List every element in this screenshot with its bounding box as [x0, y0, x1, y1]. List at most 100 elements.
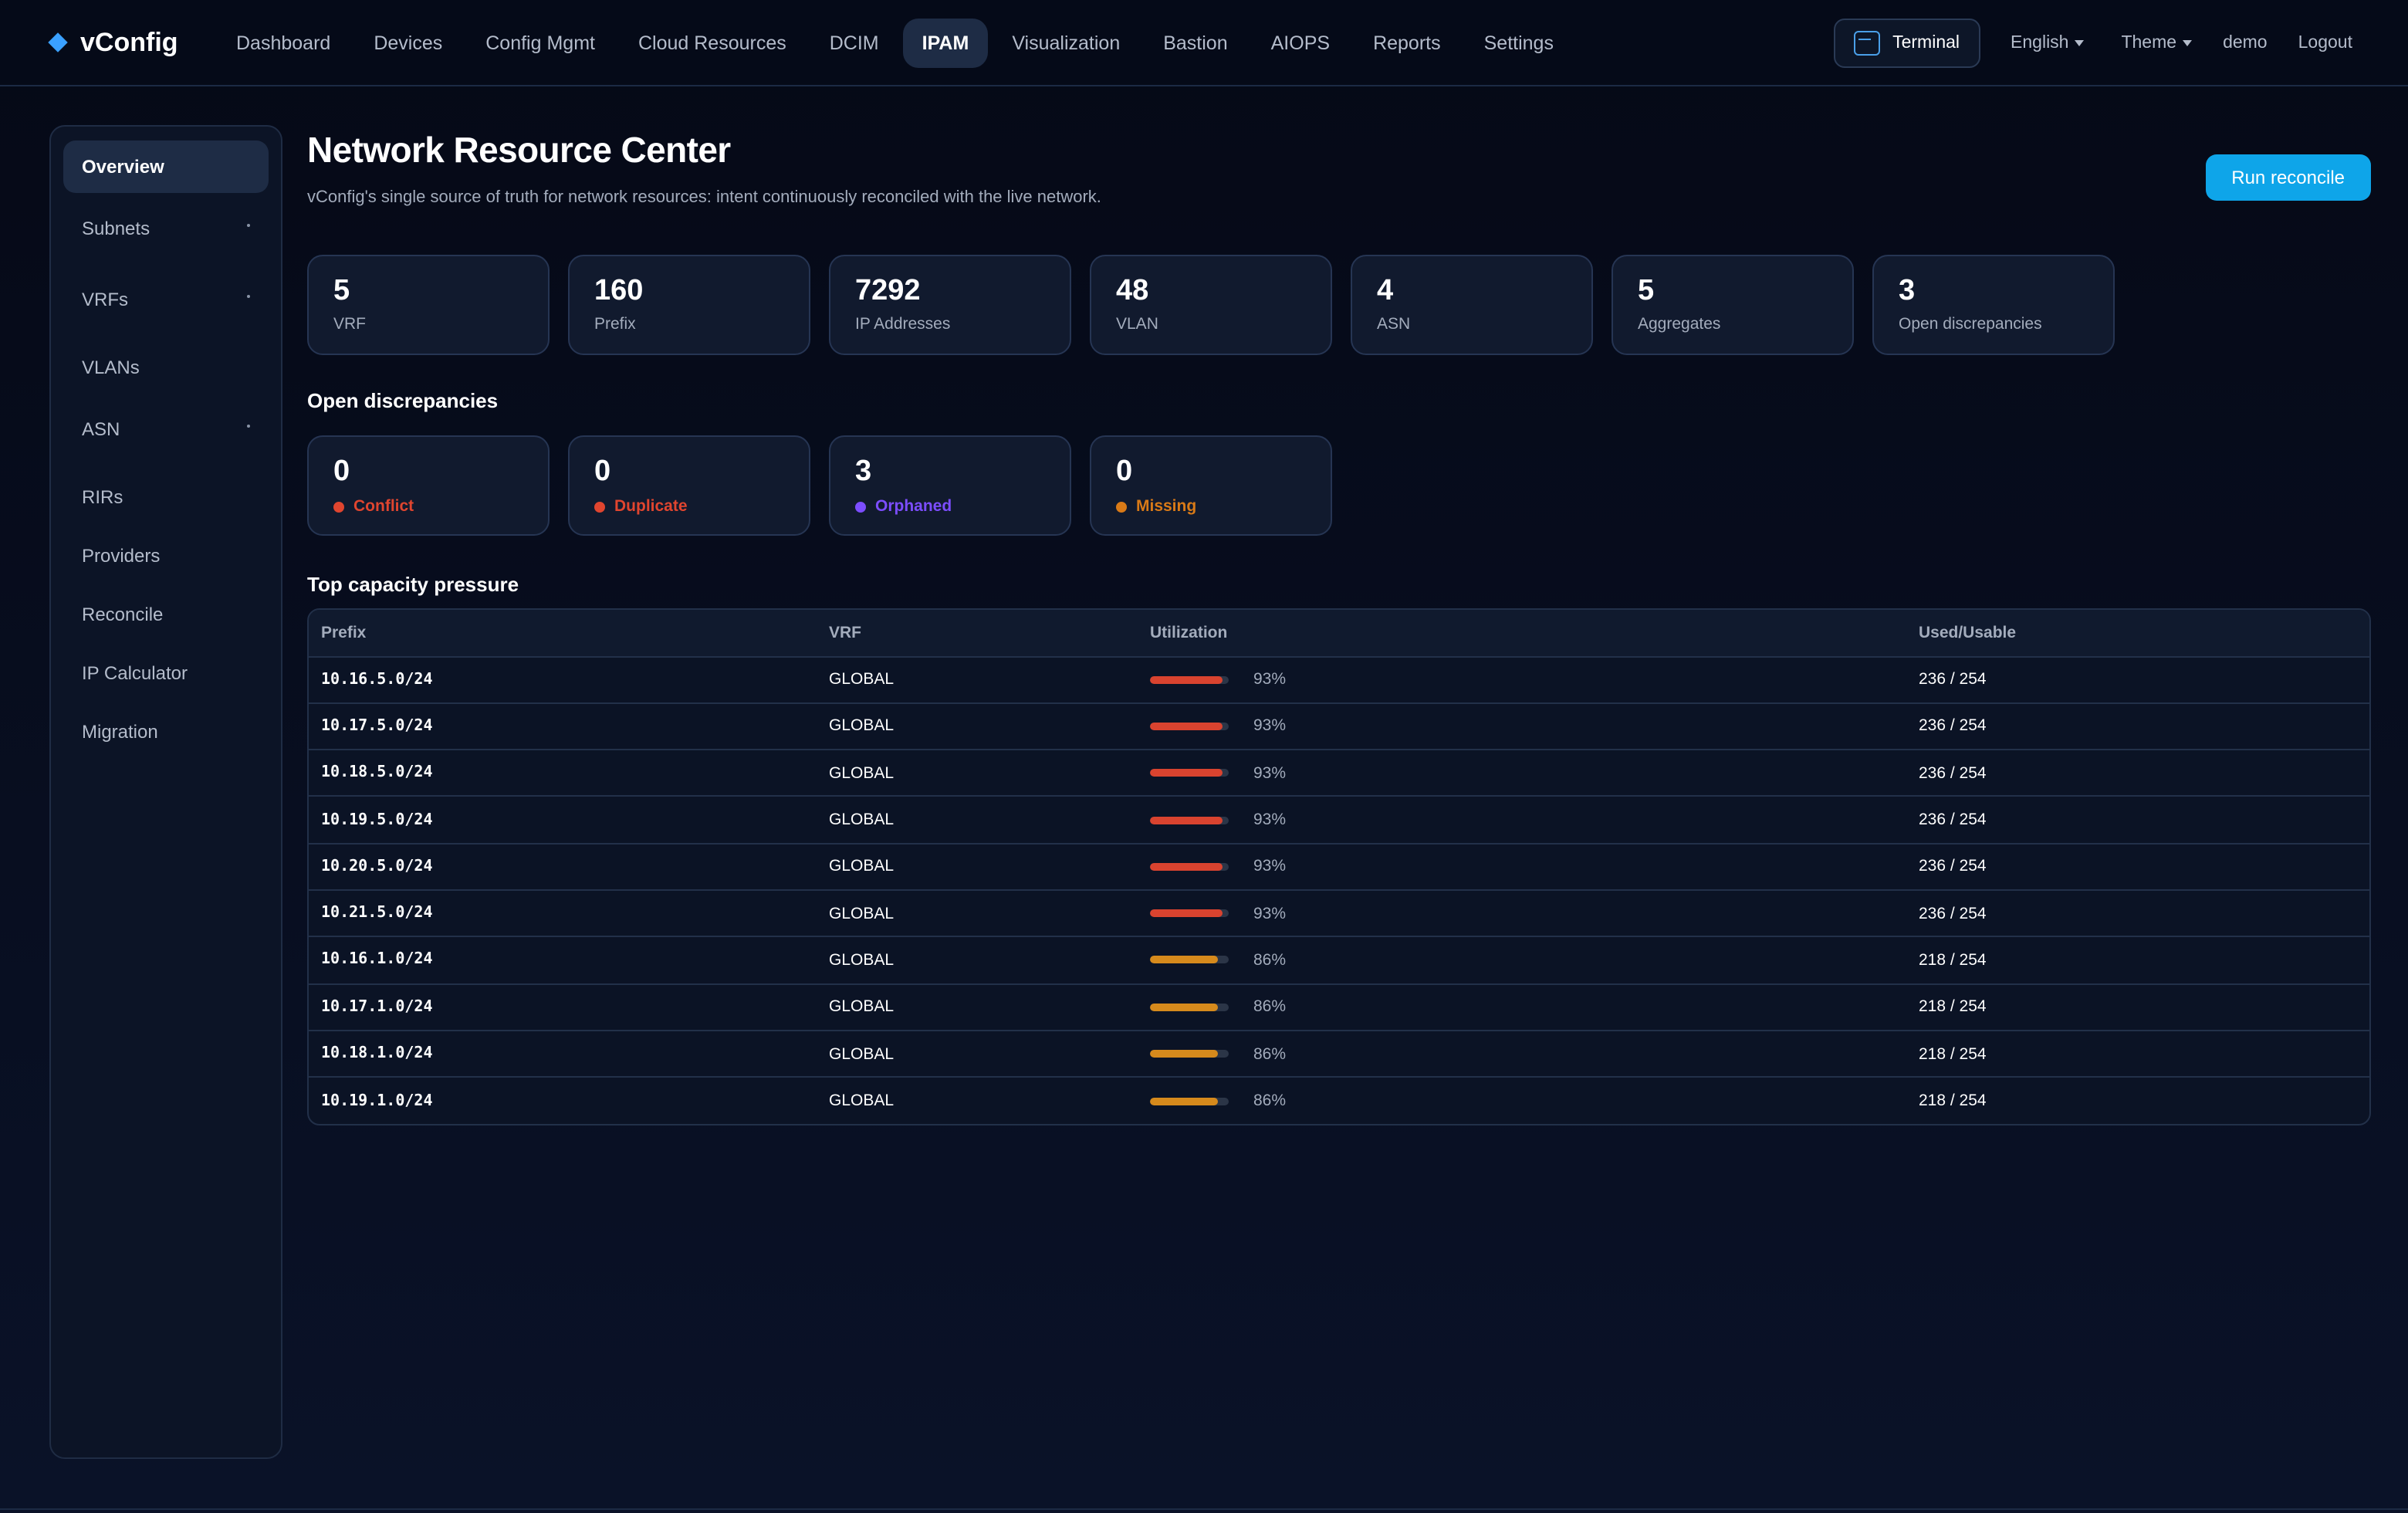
prefix-cell[interactable]: 10.16.1.0/24 [309, 936, 817, 985]
discrepancy-card[interactable]: 0 Duplicate [568, 435, 810, 536]
utilization-cell: 86% [1138, 983, 1906, 1031]
sidebar-item-reconcile[interactable]: Reconcile [63, 588, 269, 641]
stat-value: 7292 [855, 275, 921, 307]
nav-ipam[interactable]: IPAM [903, 18, 988, 67]
vrf-cell: GLOBAL [817, 656, 1138, 704]
prefix-cell[interactable]: 10.19.1.0/24 [309, 1077, 817, 1124]
sidebar-item-vlans[interactable]: VLANs [63, 341, 269, 394]
prefix-cell[interactable]: 10.17.5.0/24 [309, 702, 817, 751]
stat-card[interactable]: 5 VRF [307, 255, 550, 355]
utilization-display: 93% [1150, 811, 1906, 829]
nav-aiops[interactable]: AIOPS [1253, 18, 1348, 67]
sidebar-item-ip-calculator[interactable]: IP Calculator [63, 647, 269, 699]
capacity-title: Top capacity pressure [307, 573, 519, 596]
sidebar-item-vrfs[interactable]: VRFs [63, 270, 269, 329]
discrepancy-count: 0 [1116, 455, 1133, 488]
utilization-display: 86% [1150, 951, 1906, 970]
nav-config-mgmt[interactable]: Config Mgmt [467, 18, 614, 67]
stat-label: Prefix [594, 315, 636, 333]
run-reconcile-button[interactable]: Run reconcile [2205, 154, 2371, 201]
table-row[interactable]: 10.20.5.0/24 GLOBAL 93% 236 / 254 [309, 843, 2369, 891]
prefix-cell[interactable]: 10.20.5.0/24 [309, 843, 817, 891]
column-header-utilization[interactable]: Utilization [1138, 610, 1906, 657]
nav-devices[interactable]: Devices [355, 18, 461, 67]
utilization-display: 86% [1150, 1092, 1906, 1110]
prefix-cell[interactable]: 10.17.1.0/24 [309, 983, 817, 1031]
utilization-cell: 93% [1138, 702, 1906, 751]
language-dropdown[interactable]: English [2011, 34, 2085, 52]
table-row[interactable]: 10.18.1.0/24 GLOBAL 86% 218 / 254 [309, 1030, 2369, 1078]
header-tools: Terminal English Theme demo Logout [1834, 0, 2408, 86]
prefix-cell[interactable]: 10.18.5.0/24 [309, 750, 817, 797]
nav-dashboard[interactable]: Dashboard [218, 18, 349, 67]
table-row[interactable]: 10.17.1.0/24 GLOBAL 86% 218 / 254 [309, 983, 2369, 1031]
ipam-sidebar: Overview Subnets VRFs VLANs ASN RIRs Providers… [49, 125, 282, 1459]
stat-card[interactable]: 4 ASN [1351, 255, 1593, 355]
sidebar-item-asn[interactable]: ASN [63, 400, 269, 459]
brand-name: vConfig [80, 27, 178, 56]
utilization-display: 93% [1150, 904, 1906, 922]
language-label: English [2011, 34, 2069, 52]
nav-settings[interactable]: Settings [1466, 18, 1572, 67]
nav-visualization[interactable]: Visualization [993, 18, 1138, 67]
prefix-cell[interactable]: 10.18.1.0/24 [309, 1030, 817, 1078]
stat-card[interactable]: 5 Aggregates [1612, 255, 1854, 355]
table-row[interactable]: 10.18.5.0/24 GLOBAL 93% 236 / 254 [309, 750, 2369, 797]
nav-reports[interactable]: Reports [1354, 18, 1459, 67]
prefix-cell[interactable]: 10.16.5.0/24 [309, 656, 817, 704]
table-row[interactable]: 10.17.5.0/24 GLOBAL 93% 236 / 254 [309, 702, 2369, 751]
utilization-cell: 86% [1138, 1030, 1906, 1078]
stat-label: Aggregates [1638, 315, 1721, 333]
discrepancy-label: Duplicate [594, 497, 784, 516]
sidebar-item-overview[interactable]: Overview [63, 140, 269, 193]
discrepancy-card[interactable]: 0 Missing [1090, 435, 1332, 536]
table-row[interactable]: 10.19.1.0/24 GLOBAL 86% 218 / 254 [309, 1077, 2369, 1124]
used-usable-cell: 218 / 254 [1906, 1030, 2369, 1078]
stat-card[interactable]: 3 Open discrepancies [1872, 255, 2115, 355]
theme-dropdown[interactable]: Theme [2121, 34, 2193, 52]
user-name[interactable]: demo [2223, 34, 2268, 52]
utilization-bar-fill [1150, 1050, 1218, 1058]
stat-label: Open discrepancies [1899, 315, 2042, 333]
terminal-button[interactable]: Terminal [1834, 19, 1980, 68]
table-row[interactable]: 10.16.5.0/24 GLOBAL 93% 236 / 254 [309, 656, 2369, 704]
discrepancy-label: Missing [1116, 497, 1306, 516]
vrf-cell: GLOBAL [817, 983, 1138, 1031]
column-header-used-usable[interactable]: Used/Usable [1906, 610, 2369, 657]
capacity-table: Prefix VRF Utilization Used/Usable 10.16… [307, 608, 2371, 1125]
status-dot-icon [333, 501, 344, 512]
sidebar-item-providers[interactable]: Providers [63, 530, 269, 582]
vrf-cell: GLOBAL [817, 750, 1138, 797]
sidebar-item-label: RIRs [82, 486, 123, 508]
utilization-display: 93% [1150, 858, 1906, 876]
stat-card[interactable]: 160 Prefix [568, 255, 810, 355]
nav-bastion[interactable]: Bastion [1145, 18, 1246, 67]
column-header-vrf[interactable]: VRF [817, 610, 1138, 657]
submenu-indicator-icon [247, 295, 250, 298]
utilization-bar-fill [1150, 675, 1223, 684]
sidebar-item-subnets[interactable]: Subnets [63, 199, 269, 258]
column-header-prefix[interactable]: Prefix [309, 610, 817, 657]
status-dot-icon [594, 501, 605, 512]
utilization-percent: 93% [1253, 763, 1287, 783]
table-row[interactable]: 10.21.5.0/24 GLOBAL 93% 236 / 254 [309, 889, 2369, 938]
prefix-cell[interactable]: 10.19.5.0/24 [309, 796, 817, 845]
nav-cloud-resources[interactable]: Cloud Resources [620, 18, 805, 67]
stat-card[interactable]: 7292 IP Addresses [829, 255, 1071, 355]
sidebar-item-migration[interactable]: Migration [63, 706, 269, 758]
brand[interactable]: vConfig [48, 27, 205, 58]
utilization-cell: 93% [1138, 796, 1906, 845]
nav-dcim[interactable]: DCIM [811, 18, 898, 67]
vrf-cell: GLOBAL [817, 843, 1138, 891]
discrepancy-card[interactable]: 3 Orphaned [829, 435, 1071, 536]
used-usable-cell: 236 / 254 [1906, 750, 2369, 797]
utilization-bar-fill [1150, 909, 1223, 918]
sidebar-item-rirs[interactable]: RIRs [63, 471, 269, 523]
discrepancy-card[interactable]: 0 Conflict [307, 435, 550, 536]
logout-link[interactable]: Logout [2298, 34, 2352, 52]
stat-card[interactable]: 48 VLAN [1090, 255, 1332, 355]
table-row[interactable]: 10.19.5.0/24 GLOBAL 93% 236 / 254 [309, 796, 2369, 845]
sidebar-item-label: VLANs [82, 357, 140, 378]
prefix-cell[interactable]: 10.21.5.0/24 [309, 889, 817, 938]
table-row[interactable]: 10.16.1.0/24 GLOBAL 86% 218 / 254 [309, 936, 2369, 985]
